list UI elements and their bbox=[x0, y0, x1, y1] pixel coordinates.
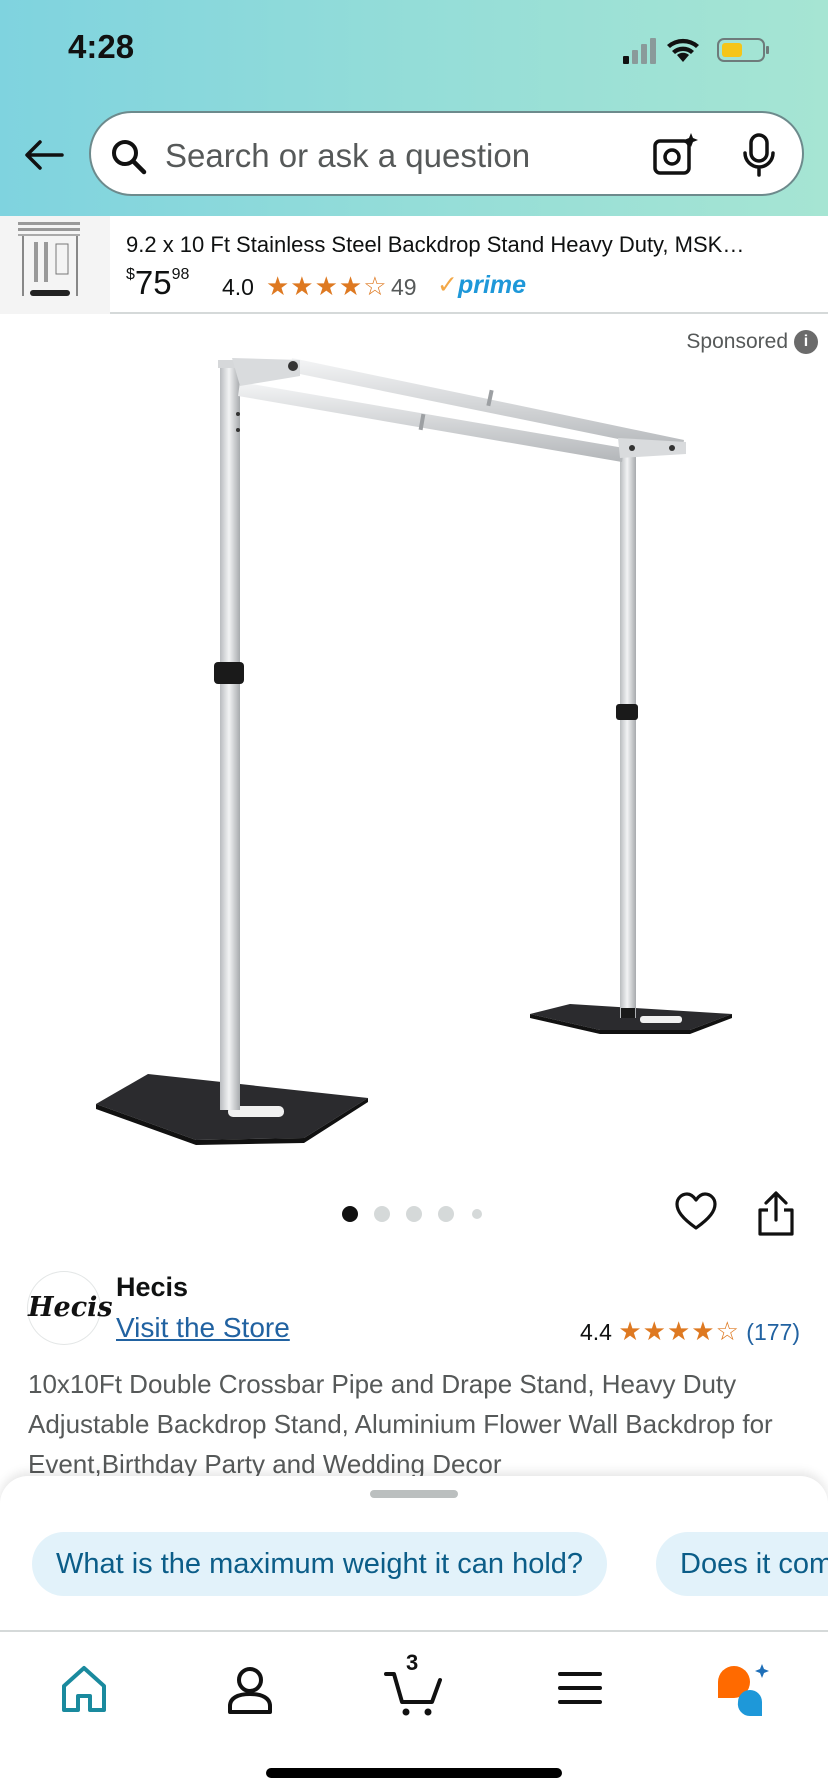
sheet-grabber-handle[interactable] bbox=[370, 1490, 458, 1498]
status-time: 4:28 bbox=[68, 28, 135, 65]
price-fraction: 98 bbox=[171, 266, 190, 283]
sponsored-product-review-count: 49 bbox=[391, 274, 417, 300]
status-icons bbox=[623, 38, 769, 64]
carousel-dot[interactable] bbox=[472, 1209, 482, 1219]
image-carousel-dots[interactable] bbox=[340, 1206, 490, 1226]
visit-store-link[interactable]: Visit the Store bbox=[116, 1312, 290, 1344]
bottom-navigation-bar: 3 bbox=[0, 1630, 828, 1792]
share-icon[interactable] bbox=[754, 1190, 798, 1238]
carousel-dot[interactable] bbox=[374, 1206, 390, 1222]
price-whole: 75 bbox=[134, 264, 172, 301]
camera-search-icon[interactable] bbox=[651, 131, 699, 179]
sponsored-product-thumbnail[interactable] bbox=[0, 216, 110, 314]
battery-icon bbox=[717, 38, 769, 62]
account-icon[interactable] bbox=[220, 1658, 280, 1718]
app-header: 4:28 Search or ask a question bbox=[0, 0, 828, 216]
cart-button[interactable]: 3 bbox=[384, 1650, 444, 1718]
menu-icon[interactable] bbox=[550, 1658, 610, 1718]
sponsored-product-banner[interactable]: 9.2 x 10 Ft Stainless Steel Backdrop Sta… bbox=[0, 216, 828, 314]
sponsored-product-title[interactable]: 9.2 x 10 Ft Stainless Steel Backdrop Sta… bbox=[126, 232, 816, 258]
prime-badge: ✓prime bbox=[437, 270, 526, 300]
search-placeholder: Search or ask a question bbox=[165, 137, 531, 174]
search-icon bbox=[112, 140, 147, 175]
carousel-dot-active[interactable] bbox=[342, 1206, 358, 1222]
cart-count-badge: 3 bbox=[406, 1650, 419, 1675]
prime-label: prime bbox=[457, 271, 527, 299]
suggestion-chip[interactable]: Does it come with... bbox=[656, 1532, 828, 1596]
sponsored-product-rating: 4.0 bbox=[222, 274, 254, 300]
heart-icon[interactable] bbox=[674, 1190, 718, 1234]
rufus-suggestion-sheet: What is the maximum weight it can hold? … bbox=[0, 1476, 828, 1630]
suggestion-chip[interactable]: What is the maximum weight it can hold? bbox=[32, 1532, 608, 1596]
carousel-dot[interactable] bbox=[406, 1206, 422, 1222]
product-rating[interactable]: 4.4 ★★★★☆ (177) bbox=[580, 1316, 800, 1347]
price-currency: $ bbox=[126, 266, 135, 283]
store-name: Hecis bbox=[116, 1272, 189, 1302]
home-icon[interactable] bbox=[54, 1658, 114, 1718]
rating-value: 4.4 bbox=[579, 1319, 612, 1345]
prime-check-icon: ✓ bbox=[437, 271, 458, 299]
microphone-icon[interactable] bbox=[737, 131, 781, 179]
sponsored-product-price: $7598 bbox=[126, 264, 189, 304]
star-rating-icon: ★★★★☆ bbox=[266, 271, 388, 301]
cellular-signal-icon bbox=[623, 38, 656, 64]
back-arrow-icon[interactable] bbox=[20, 130, 70, 180]
wifi-icon bbox=[667, 38, 699, 62]
search-input[interactable]: Search or ask a question bbox=[89, 111, 804, 196]
product-image[interactable] bbox=[0, 330, 828, 1160]
star-rating-icon: ★★★★☆ bbox=[618, 1316, 740, 1346]
product-title: 10x10Ft Double Crossbar Pipe and Drape S… bbox=[28, 1369, 773, 1476]
home-indicator bbox=[266, 1768, 562, 1778]
review-count-link[interactable]: (177) bbox=[746, 1319, 800, 1345]
carousel-dot[interactable] bbox=[438, 1206, 454, 1222]
rufus-ai-icon[interactable] bbox=[714, 1658, 774, 1718]
store-logo[interactable]: Hecis bbox=[28, 1272, 113, 1344]
